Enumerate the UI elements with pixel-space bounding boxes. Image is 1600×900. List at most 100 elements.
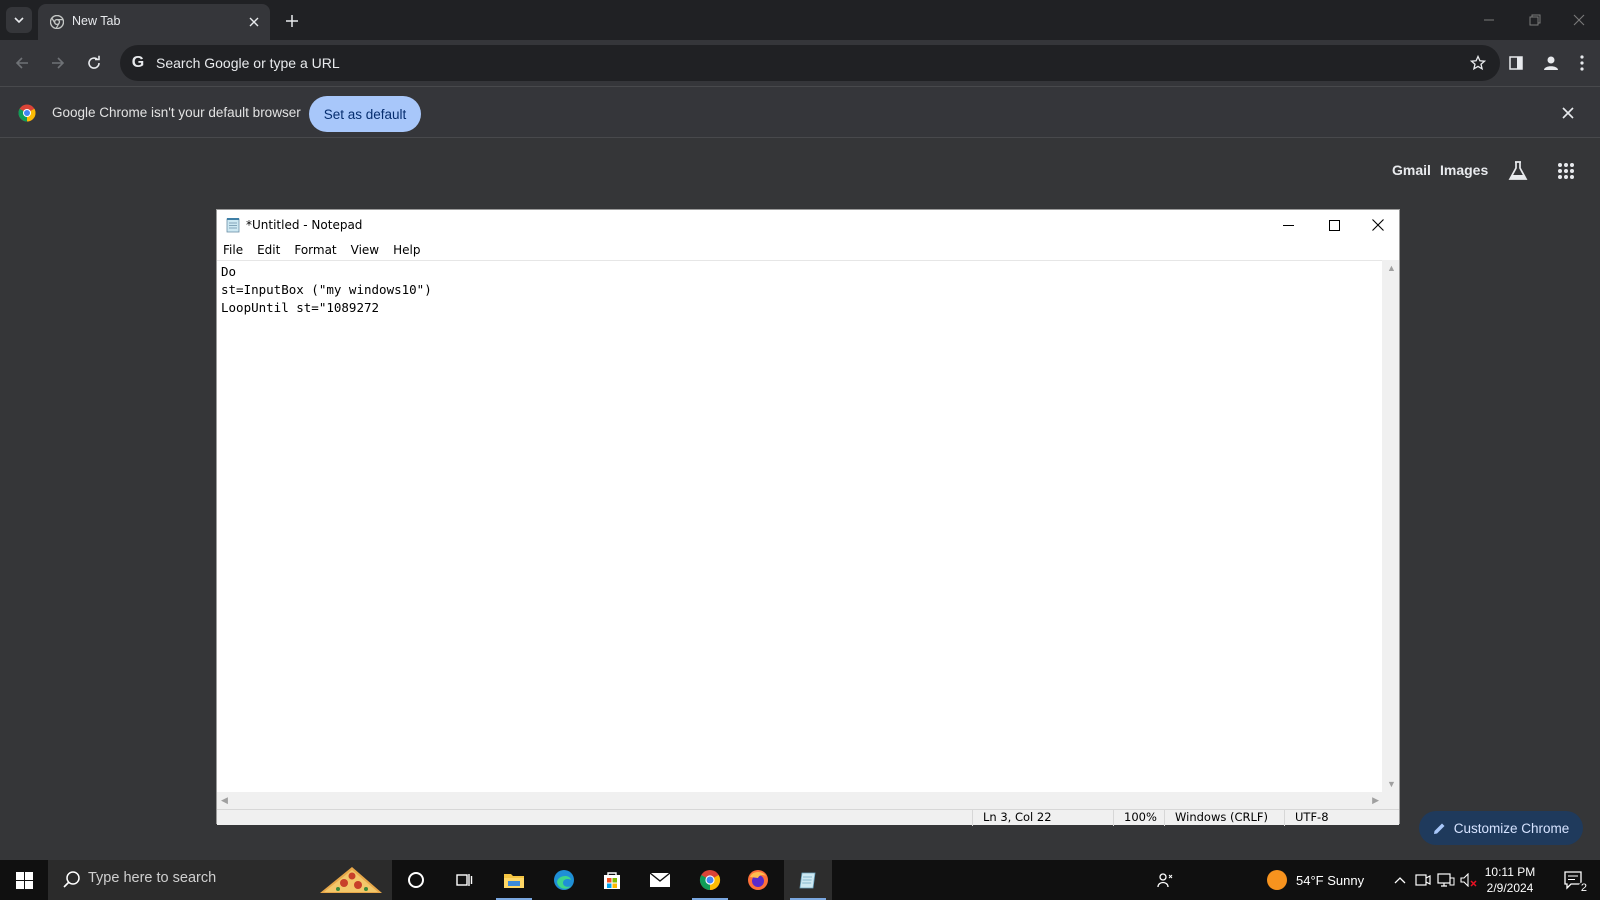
chrome-favicon-icon bbox=[50, 15, 64, 29]
network-button[interactable] bbox=[1435, 860, 1457, 900]
google-apps-button[interactable] bbox=[1553, 158, 1579, 184]
menu-view[interactable]: View bbox=[351, 243, 379, 257]
tab-close-button[interactable] bbox=[244, 12, 264, 32]
people-button[interactable] bbox=[1150, 860, 1180, 900]
customize-chrome-label: Customize Chrome bbox=[1453, 820, 1570, 836]
notepad-titlebar[interactable]: *Untitled - Notepad bbox=[217, 210, 1399, 240]
search-icon bbox=[63, 871, 80, 888]
notepad-taskbar-button[interactable] bbox=[784, 860, 832, 900]
weather-text: 54°F Sunny bbox=[1296, 872, 1365, 888]
new-tab-button[interactable] bbox=[280, 9, 304, 33]
omnibox[interactable]: G bbox=[120, 45, 1500, 81]
firefox-icon bbox=[748, 870, 768, 890]
plus-icon bbox=[286, 15, 298, 27]
restore-button[interactable] bbox=[1520, 6, 1550, 34]
notification-count-badge: 2 bbox=[1577, 882, 1590, 894]
menu-edit[interactable]: Edit bbox=[257, 243, 280, 257]
taskbar-search-box[interactable]: Type here to search bbox=[48, 860, 392, 900]
people-icon bbox=[1157, 873, 1173, 888]
notepad-maximize-button[interactable] bbox=[1311, 210, 1357, 240]
chrome-logo-icon bbox=[18, 104, 36, 122]
images-link[interactable]: Images bbox=[1440, 162, 1488, 178]
bookmark-star-button[interactable] bbox=[1468, 53, 1488, 73]
side-panel-icon bbox=[1509, 56, 1523, 70]
mail-button[interactable] bbox=[636, 860, 684, 900]
notepad-close-button[interactable] bbox=[1355, 210, 1401, 240]
address-bar-input[interactable] bbox=[156, 45, 1406, 81]
labs-button[interactable] bbox=[1505, 158, 1531, 184]
task-view-icon bbox=[456, 874, 473, 886]
taskbar-clock[interactable]: 10:11 PM 2/9/2024 bbox=[1476, 864, 1544, 896]
maximize-icon bbox=[1328, 219, 1340, 231]
scroll-right-arrow-icon[interactable]: ▶ bbox=[1372, 795, 1379, 806]
side-panel-button[interactable] bbox=[1502, 49, 1530, 77]
forward-button[interactable] bbox=[44, 49, 72, 77]
menu-format[interactable]: Format bbox=[294, 243, 336, 257]
reload-button[interactable] bbox=[80, 49, 108, 77]
task-view-button[interactable] bbox=[440, 860, 488, 900]
chevron-down-icon bbox=[14, 17, 24, 24]
close-window-button[interactable] bbox=[1564, 6, 1594, 34]
meet-now-button[interactable] bbox=[1412, 860, 1434, 900]
notepad-icon bbox=[799, 872, 816, 889]
notepad-edit-area bbox=[217, 260, 1383, 792]
file-explorer-icon bbox=[504, 874, 524, 888]
weather-widget[interactable]: 54°F Sunny bbox=[1266, 860, 1396, 900]
gmail-link[interactable]: Gmail bbox=[1392, 162, 1431, 178]
profile-button[interactable] bbox=[1537, 49, 1565, 77]
clock-date: 2/9/2024 bbox=[1486, 881, 1534, 895]
set-as-default-button[interactable]: Set as default bbox=[309, 96, 421, 132]
sun-icon bbox=[1267, 870, 1287, 890]
notepad-statusbar: Ln 3, Col 22 100% Windows (CRLF) UTF-8 bbox=[217, 809, 1399, 826]
tab-new-tab[interactable]: New Tab bbox=[38, 4, 270, 40]
notepad-minimize-button[interactable] bbox=[1265, 210, 1311, 240]
minimize-icon bbox=[1282, 224, 1294, 226]
edge-button[interactable] bbox=[540, 860, 588, 900]
chrome-button[interactable] bbox=[686, 860, 734, 900]
cortana-icon bbox=[408, 872, 424, 888]
minimize-button[interactable] bbox=[1474, 6, 1504, 34]
vertical-scrollbar[interactable]: ▲ ▼ bbox=[1382, 260, 1399, 792]
notepad-menubar: File Edit Format View Help bbox=[217, 240, 1399, 260]
action-center-button[interactable]: 2 bbox=[1556, 860, 1592, 900]
arrow-left-icon bbox=[15, 57, 28, 69]
status-cursor-position: Ln 3, Col 22 bbox=[972, 810, 1113, 826]
kebab-menu-icon bbox=[1580, 55, 1584, 71]
firefox-button[interactable] bbox=[734, 860, 782, 900]
notepad-title: *Untitled - Notepad bbox=[246, 218, 363, 232]
horizontal-scrollbar[interactable]: ◀ ▶ bbox=[217, 792, 1383, 809]
menu-file[interactable]: File bbox=[223, 243, 243, 257]
show-hidden-icons-button[interactable] bbox=[1389, 860, 1411, 900]
google-g-icon: G bbox=[131, 54, 145, 71]
taskbar-search-placeholder: Type here to search bbox=[88, 870, 217, 886]
default-browser-infobar: Google Chrome isn't your default browser… bbox=[0, 86, 1600, 138]
file-explorer-button[interactable] bbox=[490, 860, 538, 900]
tab-search-button[interactable] bbox=[6, 7, 32, 33]
pencil-icon bbox=[1433, 823, 1445, 834]
clock-time: 10:11 PM bbox=[1484, 865, 1536, 879]
status-line-endings: Windows (CRLF) bbox=[1164, 810, 1284, 826]
chrome-menu-button[interactable] bbox=[1568, 49, 1596, 77]
store-icon bbox=[604, 872, 620, 889]
infobar-close-button[interactable] bbox=[1558, 103, 1578, 123]
back-button[interactable] bbox=[8, 49, 36, 77]
customize-chrome-button[interactable]: Customize Chrome bbox=[1419, 811, 1583, 845]
scroll-down-arrow-icon[interactable]: ▼ bbox=[1387, 779, 1396, 789]
status-zoom: 100% bbox=[1113, 810, 1164, 826]
flask-icon bbox=[1508, 161, 1528, 180]
cortana-button[interactable] bbox=[392, 860, 440, 900]
apps-grid-icon bbox=[1558, 163, 1574, 179]
notepad-text-editor[interactable] bbox=[217, 261, 1383, 792]
status-encoding: UTF-8 bbox=[1284, 810, 1384, 826]
arrow-right-icon bbox=[52, 57, 65, 69]
start-button[interactable] bbox=[0, 860, 48, 900]
chrome-icon bbox=[699, 870, 721, 891]
menu-help[interactable]: Help bbox=[393, 243, 420, 257]
minimize-icon bbox=[1484, 19, 1494, 21]
store-button[interactable] bbox=[588, 860, 636, 900]
edge-icon bbox=[554, 870, 574, 890]
pizza-search-highlight-icon bbox=[320, 867, 382, 893]
infobar-message: Google Chrome isn't your default browser bbox=[52, 105, 301, 120]
scroll-left-arrow-icon[interactable]: ◀ bbox=[221, 795, 228, 806]
scroll-up-arrow-icon[interactable]: ▲ bbox=[1387, 263, 1396, 273]
